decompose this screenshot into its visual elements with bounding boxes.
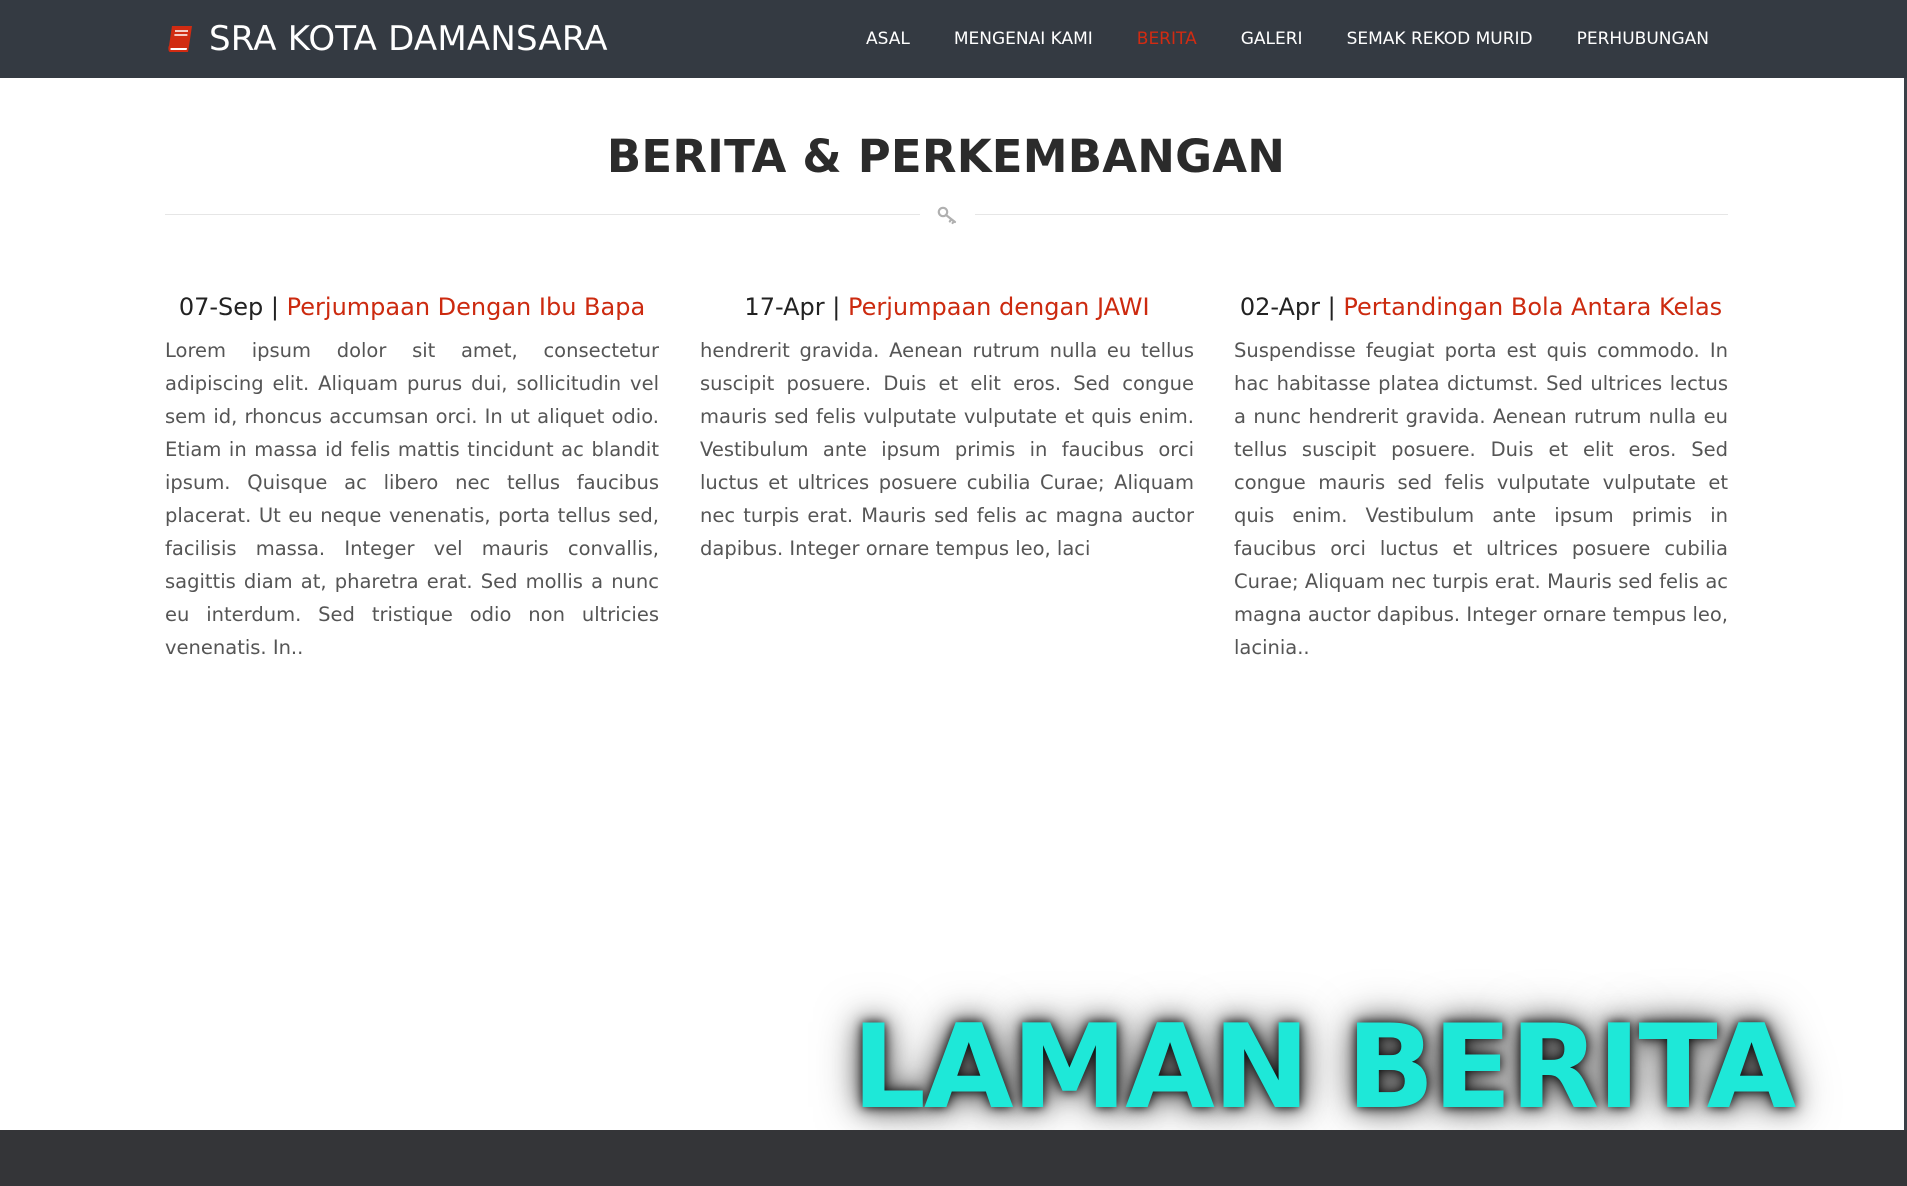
key-icon — [937, 206, 957, 225]
news-date: 07-Sep — [178, 293, 264, 321]
news-separator: | — [270, 293, 280, 321]
nav-item-semak-rekod-murid[interactable]: SEMAK REKOD MURID — [1347, 29, 1533, 49]
divider-line-right — [975, 214, 1728, 215]
brand-name: SRA KOTA DAMANSARA — [209, 19, 608, 59]
nav-item-galeri[interactable]: GALERI — [1241, 29, 1303, 49]
page-caption-overlay: LAMAN BERITA — [852, 1000, 1796, 1135]
footer-bar — [0, 1130, 1907, 1186]
top-navbar: SRA KOTA DAMANSARA ASAL MENGENAI KAMI BE… — [0, 0, 1907, 78]
news-excerpt: hendrerit gravida. Aenean rutrum nulla e… — [700, 339, 1194, 560]
nav-item-mengenai-kami[interactable]: MENGENAI KAMI — [954, 29, 1093, 49]
nav-item-asal[interactable]: ASAL — [866, 29, 910, 49]
brand-link[interactable]: SRA KOTA DAMANSARA — [165, 14, 608, 64]
news-heading: 17-Apr | Perjumpaan dengan JAWI — [700, 288, 1194, 326]
news-heading: 02-Apr | Pertandingan Bola Antara Kelas — [1234, 288, 1728, 326]
news-excerpt: Suspendisse feugiat porta est quis commo… — [1234, 339, 1728, 659]
news-title-link[interactable]: Perjumpaan dengan JAWI — [848, 293, 1150, 321]
news-item: 07-Sep | Perjumpaan Dengan Ibu Bapa Lore… — [165, 288, 659, 664]
title-divider — [165, 203, 1728, 227]
news-title-link[interactable]: Perjumpaan Dengan Ibu Bapa — [287, 293, 646, 321]
nav-item-berita[interactable]: BERITA — [1137, 29, 1197, 49]
news-title-link[interactable]: Pertandingan Bola Antara Kelas — [1343, 293, 1722, 321]
main-menu: ASAL MENGENAI KAMI BERITA GALERI SEMAK R… — [866, 0, 1709, 78]
news-separator: | — [832, 293, 841, 321]
news-date: 17-Apr — [744, 293, 825, 321]
news-heading: 07-Sep | Perjumpaan Dengan Ibu Bapa — [165, 288, 659, 326]
news-item: 17-Apr | Perjumpaan dengan JAWI hendreri… — [700, 288, 1194, 565]
news-date: 02-Apr — [1239, 293, 1321, 321]
news-item: 02-Apr | Pertandingan Bola Antara Kelas … — [1234, 288, 1728, 664]
section-title: BERITA & PERKEMBANGAN — [606, 130, 1286, 183]
book-icon — [168, 26, 192, 52]
news-separator: | — [1327, 293, 1336, 321]
divider-line-left — [165, 214, 920, 215]
news-excerpt: Lorem ipsum dolor sit amet, consectetur … — [165, 339, 659, 659]
nav-item-perhubungan[interactable]: PERHUBUNGAN — [1577, 29, 1709, 49]
